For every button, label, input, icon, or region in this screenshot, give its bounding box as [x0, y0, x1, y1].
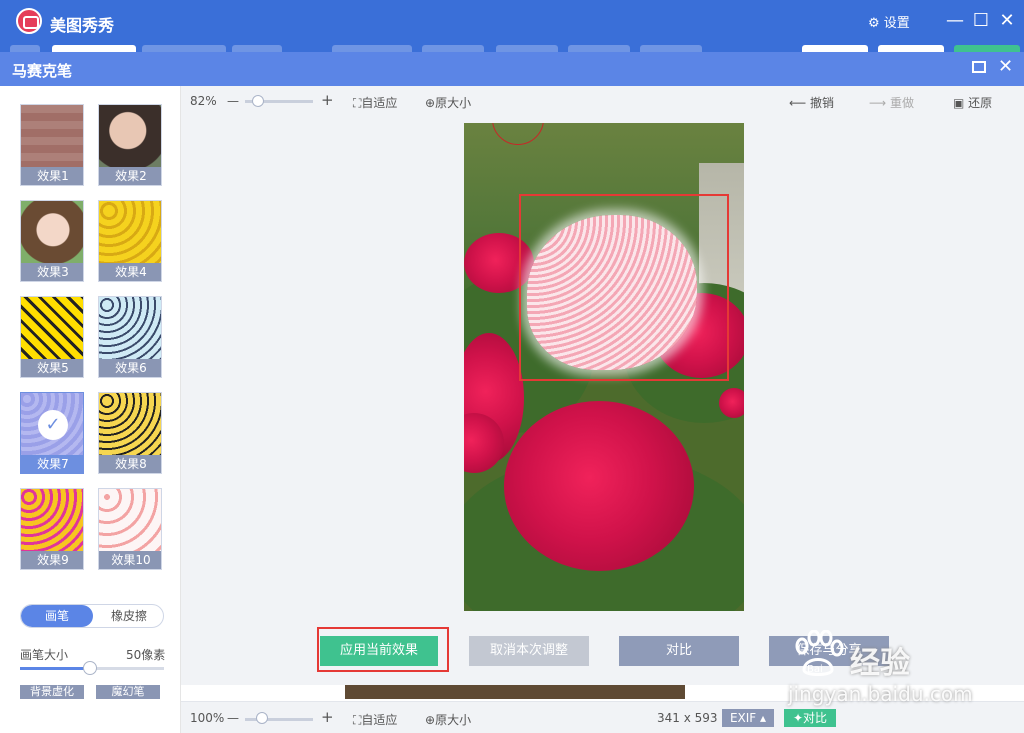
- fit-label: 自适应: [361, 96, 398, 110]
- effect-tile-4[interactable]: 效果4: [98, 200, 162, 282]
- minimize-button[interactable]: —: [944, 10, 966, 32]
- baidu-jingyan-watermark: Bai 经验 jingyan.baidu.com: [782, 624, 1012, 714]
- effect-tile-5[interactable]: 效果5: [20, 296, 84, 378]
- redo-button[interactable]: ⟶ 重做: [869, 94, 914, 111]
- background-blur-button[interactable]: 背景虚化: [20, 685, 84, 699]
- image-dimensions: 341 x 593: [657, 711, 718, 725]
- brush-mode-toggle: 画笔 橡皮擦: [20, 604, 164, 628]
- effects-sidebar: 效果1 效果2 效果3 效果4 效果5 效果6 ✓ 效果7 效果8 效果9 效果…: [0, 86, 181, 733]
- zoom-in-button[interactable]: +: [321, 91, 334, 109]
- status-fit-label: 自适应: [361, 713, 398, 727]
- eraser-mode-button[interactable]: 橡皮擦: [93, 605, 163, 627]
- svg-text:Bai: Bai: [807, 664, 823, 675]
- effect-label: 效果2: [99, 167, 161, 185]
- watermark-main-text: 经验: [850, 646, 910, 681]
- image-icon: ▣: [953, 96, 969, 110]
- app-titlebar: 美图秀秀 ⚙ 设置 — ☐ ✕: [0, 0, 1024, 44]
- brush-mode-button[interactable]: 画笔: [21, 605, 93, 627]
- editor-canvas-area: 82% — + ⛶自适应 ⊕原大小 ⟵ 撤销 ⟶ 重做 ▣ 还原 应用当前效果 …: [181, 86, 1024, 685]
- effect-4-thumbnail: [99, 201, 161, 265]
- effect-8-thumbnail: [99, 393, 161, 457]
- effect-tile-3[interactable]: 效果3: [20, 200, 84, 282]
- effect-label: 效果8: [99, 455, 161, 473]
- effect-tile-1[interactable]: 效果1: [20, 104, 84, 186]
- effect-tile-6[interactable]: 效果6: [98, 296, 162, 378]
- effect-9-thumbnail: [21, 489, 83, 553]
- settings-label: 设置: [883, 16, 910, 31]
- brush-size-label: 画笔大小: [20, 648, 69, 662]
- background-photo-peek: [345, 685, 685, 699]
- cancel-adjustment-button[interactable]: 取消本次调整: [469, 636, 589, 666]
- status-zoom-slider-handle[interactable]: [256, 712, 268, 724]
- brush-size-slider-handle[interactable]: [83, 661, 97, 675]
- undo-arrow-icon: ⟵: [789, 96, 811, 110]
- paw-logo-icon: Bai: [795, 630, 844, 676]
- effect-label: 效果7: [21, 455, 83, 473]
- settings-button[interactable]: ⚙ 设置: [868, 12, 910, 31]
- original-size-label: 原大小: [435, 96, 472, 110]
- effect-tile-9[interactable]: 效果9: [20, 488, 84, 570]
- effect-label: 效果6: [99, 359, 161, 377]
- effect-tile-10[interactable]: 效果10: [98, 488, 162, 570]
- effect-6-thumbnail: [99, 297, 161, 361]
- status-zoom-in-button[interactable]: +: [321, 708, 334, 726]
- dialog-title: 马赛克笔: [12, 62, 73, 80]
- app-title: 美图秀秀: [50, 16, 115, 35]
- brush-size-value: 50像素: [126, 648, 166, 662]
- dialog-header: 马赛克笔 ✕: [0, 52, 1024, 86]
- magnifier-icon: ⊕: [425, 96, 436, 110]
- apply-effect-button[interactable]: 应用当前效果: [320, 636, 438, 666]
- magic-pen-button[interactable]: 魔幻笔: [96, 685, 160, 699]
- exif-button[interactable]: EXIF ▴: [722, 709, 774, 727]
- magnifier-icon: ⊕: [425, 713, 436, 727]
- watermark-url: jingyan.baidu.com: [788, 682, 973, 706]
- status-original-button[interactable]: ⊕原大小: [425, 711, 471, 728]
- dialog-maximize-button[interactable]: [972, 61, 986, 73]
- restore-button[interactable]: ▣ 还原: [953, 94, 992, 111]
- effect-label: 效果9: [21, 551, 83, 569]
- meitu-logo-icon: [16, 8, 42, 34]
- restore-label: 还原: [968, 96, 993, 110]
- gear-icon: ⚙: [868, 16, 880, 31]
- undo-label: 撤销: [810, 96, 835, 110]
- original-size-button[interactable]: ⊕原大小: [425, 94, 471, 111]
- effect-label: 效果10: [99, 551, 161, 569]
- maximize-button[interactable]: ☐: [970, 10, 992, 32]
- undo-button[interactable]: ⟵ 撤销: [789, 94, 834, 111]
- effect-tile-2[interactable]: 效果2: [98, 104, 162, 186]
- dialog-close-button[interactable]: ✕: [998, 56, 1013, 77]
- effect-label: 效果1: [21, 167, 83, 185]
- fit-button[interactable]: ⛶自适应: [353, 94, 397, 111]
- checkmark-icon: ✓: [38, 410, 68, 440]
- edited-photo[interactable]: [464, 123, 744, 611]
- effect-label: 效果4: [99, 263, 161, 281]
- redo-arrow-icon: ⟶: [869, 96, 891, 110]
- effect-5-thumbnail: [21, 297, 83, 361]
- status-fit-button[interactable]: ⛶自适应: [353, 711, 397, 728]
- effect-1-thumbnail: [21, 105, 83, 169]
- status-zoom-out-button[interactable]: —: [227, 711, 239, 725]
- close-button[interactable]: ✕: [996, 10, 1018, 32]
- zoom-percent: 82%: [190, 94, 217, 108]
- effect-2-thumbnail: [99, 105, 161, 169]
- effect-label: 效果3: [21, 263, 83, 281]
- effect-10-thumbnail: [99, 489, 161, 553]
- effect-label: 效果5: [21, 359, 83, 377]
- highlight-rectangle: [519, 194, 729, 381]
- status-original-label: 原大小: [435, 713, 472, 727]
- effect-3-thumbnail: [21, 201, 83, 265]
- effect-tile-8[interactable]: 效果8: [98, 392, 162, 474]
- compare-button[interactable]: 对比: [619, 636, 739, 666]
- status-zoom: 100%: [190, 711, 225, 725]
- zoom-out-button[interactable]: —: [227, 94, 239, 108]
- zoom-slider-handle[interactable]: [252, 95, 264, 107]
- tab-strip: [0, 44, 1024, 53]
- redo-label: 重做: [890, 96, 915, 110]
- effect-tile-7[interactable]: ✓ 效果7: [20, 392, 84, 474]
- lower-buttons: 背景虚化 魔幻笔: [20, 684, 172, 699]
- canvas-toolbar: 82% — + ⛶自适应 ⊕原大小 ⟵ 撤销 ⟶ 重做 ▣ 还原: [181, 86, 1024, 116]
